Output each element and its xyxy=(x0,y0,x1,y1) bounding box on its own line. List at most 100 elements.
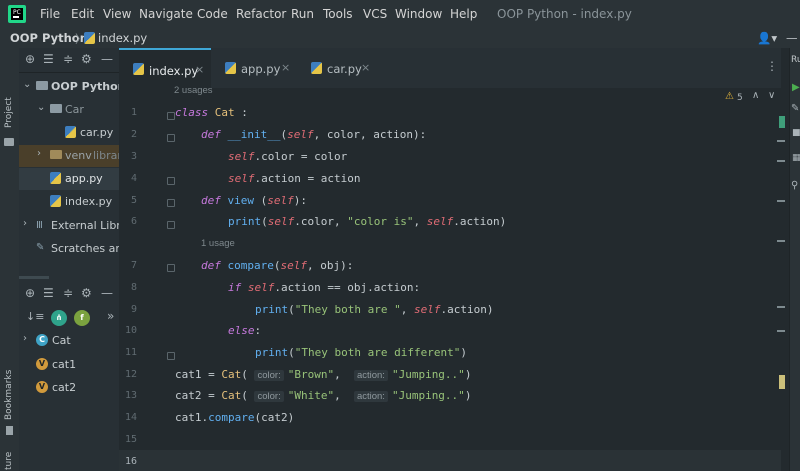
code-line-5[interactable]: def view (self): xyxy=(201,194,307,207)
code-line-13[interactable]: cat2 = Cat( color: "White", action: "Jumpi… xyxy=(175,389,471,402)
wrench-icon[interactable]: ✎ xyxy=(791,103,799,114)
expand-all-icon[interactable]: ≑ xyxy=(63,52,73,66)
fold-marker-icon[interactable] xyxy=(167,352,175,360)
menu-refactor[interactable]: Refactor xyxy=(236,7,286,21)
tree-item-scratches[interactable]: ✎ Scratches and xyxy=(19,238,119,260)
chevron-right-icon: › xyxy=(23,333,27,344)
tab-index[interactable]: index.py × xyxy=(119,48,211,88)
code-line-10[interactable]: else: xyxy=(228,324,261,337)
menu-edit[interactable]: Edit xyxy=(71,7,94,21)
collapse-all-icon[interactable]: ☰ xyxy=(43,286,54,300)
warning-stripe[interactable] xyxy=(777,140,785,142)
code-line-3[interactable]: self.color = color xyxy=(228,150,347,163)
previous-highlight-icon[interactable]: ∧ xyxy=(752,90,759,101)
tree-item-app[interactable]: app.py xyxy=(19,168,119,190)
warning-stripe[interactable] xyxy=(777,306,785,308)
code-line-6[interactable]: print(self.color, "color is", self.actio… xyxy=(228,215,506,228)
warning-stripe[interactable] xyxy=(777,200,785,202)
warning-icon[interactable]: ⚠ xyxy=(725,91,734,102)
tree-item-car-file[interactable]: car.py xyxy=(19,122,119,144)
show-inherited-icon[interactable]: f xyxy=(74,310,90,326)
code-line-12[interactable]: cat1 = Cat( color: "Brown", action: "Jumpi… xyxy=(175,368,471,381)
tree-item-car-folder[interactable]: ⌄ Car xyxy=(19,99,119,121)
tab-menu-icon[interactable]: ⋮ xyxy=(766,59,778,73)
change-marker[interactable] xyxy=(779,116,785,128)
run-tool-label[interactable]: Ru xyxy=(791,55,800,65)
more-chevron-icon[interactable]: » xyxy=(107,309,114,323)
fold-marker-icon[interactable] xyxy=(167,221,175,229)
menu-tools[interactable]: Tools xyxy=(323,7,353,21)
tree-item-venv[interactable]: › venv library xyxy=(19,145,119,167)
next-highlight-icon[interactable]: ∨ xyxy=(768,90,775,101)
editor-scrollbar[interactable] xyxy=(781,48,789,471)
python-file-icon xyxy=(84,32,95,44)
project-tool-label[interactable]: Project xyxy=(4,97,14,128)
usages-hint[interactable]: 2 usages xyxy=(174,85,213,96)
menu-navigate[interactable]: Navigate xyxy=(139,7,193,21)
breadcrumb-file[interactable]: index.py xyxy=(98,31,147,45)
warning-count[interactable]: 5 xyxy=(737,93,743,103)
fold-marker-icon[interactable] xyxy=(167,134,175,142)
pin-icon[interactable]: ⚲ xyxy=(791,180,798,191)
code-line-4[interactable]: self.action = action xyxy=(228,172,360,185)
warning-stripe[interactable] xyxy=(777,160,785,162)
hide-icon[interactable]: — xyxy=(101,52,113,66)
panel-divider[interactable] xyxy=(19,276,49,279)
tree-item-root[interactable]: ⌄ OOP Python xyxy=(19,76,119,98)
hide-icon[interactable]: — xyxy=(101,286,113,300)
menu-file[interactable]: File xyxy=(40,7,60,21)
fold-marker-icon[interactable] xyxy=(167,264,175,272)
code-line-1[interactable]: class Cat : xyxy=(175,106,248,119)
fold-marker-icon[interactable] xyxy=(167,112,175,120)
usages-hint[interactable]: 1 usage xyxy=(201,238,235,249)
menu-help[interactable]: Help xyxy=(450,7,477,21)
warning-stripe[interactable] xyxy=(777,330,785,332)
tab-app[interactable]: app.py × xyxy=(211,48,301,88)
tree-item-index[interactable]: index.py xyxy=(19,191,119,213)
structure-item-cat1[interactable]: V cat1 xyxy=(19,354,119,376)
menu-view[interactable]: View xyxy=(103,7,131,21)
line-number: 10 xyxy=(124,325,137,336)
layout-icon[interactable]: ▦ xyxy=(792,153,800,163)
stop-icon[interactable]: ■ xyxy=(792,128,800,138)
sort-icon[interactable]: ↓≡ xyxy=(26,310,44,323)
code-line-11[interactable]: print("They both are different") xyxy=(255,346,467,359)
add-icon[interactable]: ⊕ xyxy=(25,286,35,300)
add-icon[interactable]: ⊕ xyxy=(25,52,35,66)
collapse-all-icon[interactable]: ☰ xyxy=(43,52,54,66)
code-line-2[interactable]: def __init__(self, color, action): xyxy=(201,128,426,141)
close-icon[interactable]: × xyxy=(195,63,204,76)
menu-code[interactable]: Code xyxy=(197,7,228,21)
more-icon[interactable]: — xyxy=(786,31,798,45)
close-icon[interactable]: × xyxy=(281,61,290,74)
tree-item-external[interactable]: › Ⅲ External Librar xyxy=(19,215,119,237)
show-fields-icon[interactable]: ⋔ xyxy=(51,310,67,326)
tab-car[interactable]: car.py × xyxy=(301,48,385,88)
code-line-8[interactable]: if self.action == obj.action: xyxy=(228,281,420,294)
line-number: 15 xyxy=(124,434,137,445)
structure-tool-label[interactable]: ture xyxy=(4,452,14,470)
bookmark-icon[interactable] xyxy=(6,426,13,435)
code-line-9[interactable]: print("They both are ", self.action) xyxy=(255,303,493,316)
gear-icon[interactable]: ⚙ xyxy=(81,286,92,300)
close-icon[interactable]: × xyxy=(361,61,370,74)
code-line-7[interactable]: def compare(self, obj): xyxy=(201,259,353,272)
structure-item-cat[interactable]: › C Cat xyxy=(19,330,119,352)
gear-icon[interactable]: ⚙ xyxy=(81,52,92,66)
left-tool-strip: Project Bookmarks ture xyxy=(0,48,20,471)
fold-marker-icon[interactable] xyxy=(167,199,175,207)
warning-stripe[interactable] xyxy=(777,240,785,242)
line-number: 11 xyxy=(124,347,137,358)
expand-all-icon[interactable]: ≑ xyxy=(63,286,73,300)
code-line-14[interactable]: cat1.compare(cat2) xyxy=(175,411,294,424)
fold-marker-icon[interactable] xyxy=(167,177,175,185)
bookmarks-tool-label[interactable]: Bookmarks xyxy=(4,370,14,420)
menu-window[interactable]: Window xyxy=(395,7,442,21)
user-icon[interactable]: 👤▾ xyxy=(757,31,777,45)
scroll-thumb[interactable] xyxy=(779,375,785,389)
menu-vcs[interactable]: VCS xyxy=(363,7,387,21)
structure-item-cat2[interactable]: V cat2 xyxy=(19,377,119,399)
menu-run[interactable]: Run xyxy=(291,7,314,21)
run-icon[interactable]: ▶ xyxy=(792,82,800,93)
project-folder-icon[interactable] xyxy=(4,138,14,146)
